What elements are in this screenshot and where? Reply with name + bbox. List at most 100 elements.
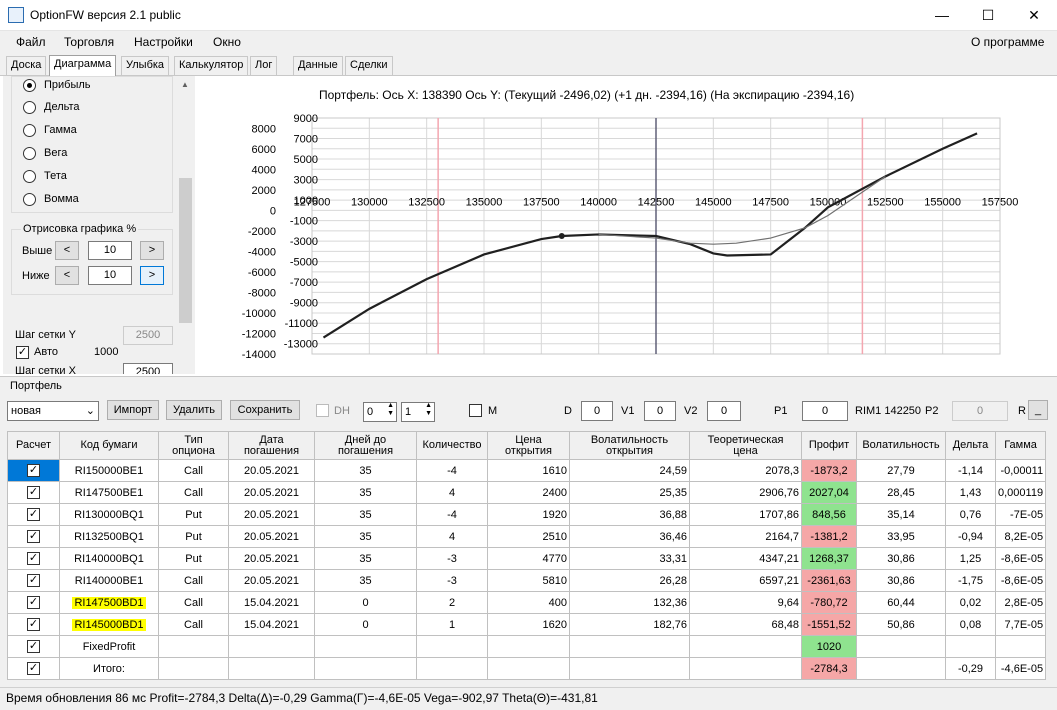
theo-cell: 4347,21 bbox=[689, 547, 802, 570]
below-decrease-button[interactable]: < bbox=[55, 266, 79, 285]
total-row[interactable]: ✓ Итого: -2784,3 -0,29 -4,6E-05 bbox=[7, 657, 1047, 680]
table-row[interactable]: ✓ RI140000BQ1 Put 20.05.2021 35 -3 4770 33,31 43… bbox=[7, 547, 1047, 570]
menu-file[interactable]: Файл bbox=[16, 35, 46, 49]
close-button[interactable]: ✕ bbox=[1011, 0, 1057, 31]
calc-cell[interactable]: ✓ bbox=[7, 481, 60, 504]
calc-cell[interactable]: ✓ bbox=[7, 569, 60, 592]
calc-cell[interactable]: ✓ bbox=[7, 635, 60, 658]
theo-cell: 1707,86 bbox=[689, 503, 802, 526]
calc-checkbox[interactable]: ✓ bbox=[27, 640, 40, 653]
calc-cell[interactable]: ✓ bbox=[7, 503, 60, 526]
menu-window[interactable]: Окно bbox=[213, 35, 241, 49]
payoff-chart[interactable]: 127500 130000 132500 135000 137500 140000 1425… bbox=[230, 108, 1030, 358]
auto-checkbox[interactable]: ✓ bbox=[16, 346, 29, 359]
tab-calculator[interactable]: Калькулятор bbox=[174, 56, 249, 75]
p2-input[interactable]: 0 bbox=[952, 401, 1008, 421]
menu-about[interactable]: О программе bbox=[971, 35, 1044, 49]
table-row[interactable]: ✓ RI132500BQ1 Put 20.05.2021 35 4 2510 36,46 216… bbox=[7, 525, 1047, 548]
col-calc[interactable]: Расчет bbox=[7, 431, 60, 460]
radio-vomma[interactable] bbox=[23, 193, 36, 206]
menu-trade[interactable]: Торговля bbox=[64, 35, 114, 49]
col-qty[interactable]: Количество bbox=[416, 431, 488, 460]
calc-cell[interactable]: ✓ bbox=[7, 525, 60, 548]
radio-theta[interactable] bbox=[23, 170, 36, 183]
spin2-arrows-icon[interactable]: ▲ ▼ bbox=[425, 402, 432, 418]
spin1-arrows-icon[interactable]: ▲ ▼ bbox=[387, 402, 394, 418]
calc-checkbox[interactable]: ✓ bbox=[27, 508, 40, 521]
tab-log[interactable]: Лог bbox=[250, 56, 278, 75]
import-button[interactable]: Импорт bbox=[107, 400, 159, 420]
col-days[interactable]: Дней до погашения bbox=[314, 431, 417, 460]
portfolio-select[interactable]: новая ⌄ bbox=[7, 401, 99, 421]
tab-data[interactable]: Данные bbox=[293, 56, 343, 75]
calc-checkbox[interactable]: ✓ bbox=[27, 552, 40, 565]
calc-checkbox[interactable]: ✓ bbox=[27, 530, 40, 543]
v2-input[interactable]: 0 bbox=[707, 401, 741, 421]
dh-checkbox[interactable] bbox=[316, 404, 329, 417]
col-price[interactable]: Цена открытия bbox=[487, 431, 570, 460]
calc-checkbox[interactable]: ✓ bbox=[27, 596, 40, 609]
col-delta[interactable]: Дельта bbox=[945, 431, 996, 460]
radio-gamma[interactable] bbox=[23, 124, 36, 137]
gamma-cell: -8,6E-05 bbox=[994, 569, 1047, 592]
calc-cell[interactable]: ✓ bbox=[7, 459, 60, 482]
fixed-profit-row[interactable]: ✓ FixedProfit 1020 bbox=[7, 635, 1047, 658]
save-button[interactable]: Сохранить bbox=[230, 400, 300, 420]
col-vol-open[interactable]: Волатильность открытия bbox=[569, 431, 690, 460]
col-date[interactable]: Дата погашения bbox=[228, 431, 315, 460]
calc-checkbox[interactable]: ✓ bbox=[27, 464, 40, 477]
above-decrease-button[interactable]: < bbox=[55, 241, 79, 260]
calc-cell[interactable]: ✓ bbox=[7, 591, 60, 614]
radio-profit[interactable] bbox=[23, 79, 36, 92]
tab-board[interactable]: Доска bbox=[6, 56, 47, 75]
delete-button[interactable]: Удалить bbox=[166, 400, 222, 420]
tab-diagram[interactable]: Диаграмма bbox=[49, 55, 117, 76]
above-increase-button[interactable]: > bbox=[140, 241, 164, 260]
scroll-up-icon[interactable]: ▲ bbox=[181, 80, 189, 89]
col-gamma[interactable]: Гамма bbox=[994, 431, 1047, 460]
col-vol[interactable]: Волатильность bbox=[856, 431, 946, 460]
col-type[interactable]: Тип опциона bbox=[158, 431, 229, 460]
maximize-button[interactable]: ☐ bbox=[965, 0, 1011, 31]
calc-cell[interactable]: ✓ bbox=[7, 613, 60, 636]
calc-checkbox[interactable]: ✓ bbox=[27, 618, 40, 631]
col-profit[interactable]: Профит bbox=[801, 431, 857, 460]
v1-input[interactable]: 0 bbox=[644, 401, 676, 421]
table-row[interactable]: ✓ RI140000BE1 Call 20.05.2021 35 -3 5810 26,28 6… bbox=[7, 569, 1047, 592]
minimize-button[interactable]: — bbox=[919, 0, 965, 31]
tab-deals[interactable]: Сделки bbox=[345, 56, 393, 75]
calc-checkbox[interactable]: ✓ bbox=[27, 486, 40, 499]
d-input[interactable]: 0 bbox=[581, 401, 613, 421]
qty-cell: -4 bbox=[416, 503, 488, 526]
spin1-input[interactable]: 0 ▲ ▼ bbox=[363, 402, 397, 422]
grid-y-input[interactable]: 2500 bbox=[123, 326, 173, 345]
table-row[interactable]: ✓ RI147500BD1 Call 15.04.2021 0 2 400 132,36 9,6… bbox=[7, 591, 1047, 614]
col-theo[interactable]: Теоретическая цена bbox=[689, 431, 802, 460]
table-row[interactable]: ✓ RI130000BQ1 Put 20.05.2021 35 -4 1920 36,88 17… bbox=[7, 503, 1047, 526]
radio-vega[interactable] bbox=[23, 147, 36, 160]
grid-x-input[interactable]: 2500 bbox=[123, 363, 173, 374]
table-row[interactable]: ✓ RI147500BE1 Call 20.05.2021 35 4 2400 25,35 29… bbox=[7, 481, 1047, 504]
gamma-cell: -8,6E-05 bbox=[994, 547, 1047, 570]
calc-cell[interactable]: ✓ bbox=[7, 547, 60, 570]
x-tick-label: 135000 bbox=[466, 196, 503, 208]
above-input[interactable]: 10 bbox=[88, 241, 132, 260]
r-button[interactable]: _ bbox=[1028, 400, 1048, 420]
menu-settings[interactable]: Настройки bbox=[134, 35, 193, 49]
table-row[interactable]: ✓ RI145000BD1 Call 15.04.2021 0 1 1620 182,76 68… bbox=[7, 613, 1047, 636]
calc-checkbox[interactable]: ✓ bbox=[27, 574, 40, 587]
splitter[interactable] bbox=[0, 376, 1057, 377]
col-code[interactable]: Код бумаги bbox=[59, 431, 159, 460]
empty-cell bbox=[228, 635, 315, 658]
below-increase-button[interactable]: > bbox=[140, 266, 164, 285]
below-input[interactable]: 10 bbox=[88, 266, 132, 285]
calc-checkbox[interactable]: ✓ bbox=[27, 662, 40, 675]
radio-delta[interactable] bbox=[23, 101, 36, 114]
spin2-input[interactable]: 1 ▲ ▼ bbox=[401, 402, 435, 422]
table-row[interactable]: ✓ RI150000BE1 Call 20.05.2021 35 -4 1610 24,59 2… bbox=[7, 459, 1047, 482]
tab-smile[interactable]: Улыбка bbox=[121, 56, 170, 75]
m-checkbox[interactable] bbox=[469, 404, 482, 417]
p1-input[interactable]: 0 bbox=[802, 401, 848, 421]
scrollbar-thumb[interactable] bbox=[179, 178, 192, 323]
calc-cell[interactable]: ✓ bbox=[7, 657, 60, 680]
